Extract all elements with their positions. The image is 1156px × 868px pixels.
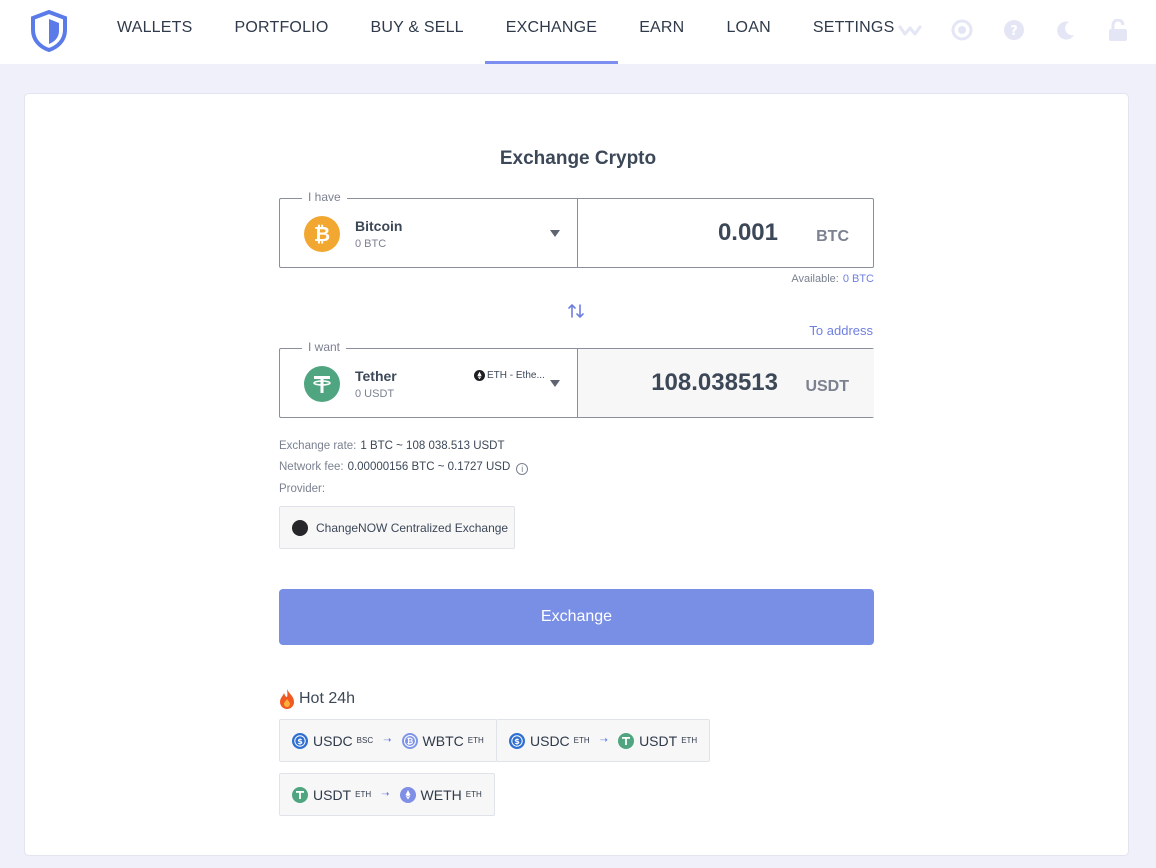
exchange-rate-row: Exchange rate: 1 BTC ~ 108 038.513 USDT	[279, 440, 505, 452]
pair-from: USDC	[313, 732, 353, 749]
arrow-right-icon: ➝	[383, 735, 392, 746]
nav-portfolio[interactable]: PORTFOLIO	[214, 0, 350, 64]
svg-text:$: $	[297, 737, 303, 746]
tether-icon	[292, 786, 308, 803]
page-title: Exchange Crypto	[499, 148, 657, 169]
svg-text:₿: ₿	[406, 737, 413, 746]
tether-icon	[618, 732, 635, 749]
from-coin-balance: 0 BTC	[355, 238, 387, 250]
pair-to-network: ETH	[465, 790, 482, 799]
swap-direction-icon[interactable]	[567, 302, 585, 320]
to-address-link[interactable]: To address	[809, 323, 873, 338]
nav-earn[interactable]: EARN	[618, 0, 705, 64]
provider-label: Provider:	[279, 483, 326, 495]
hot-24h-title: Hot 24h	[299, 690, 356, 707]
wbtc-icon: ₿	[401, 732, 418, 749]
nav-wallets[interactable]: WALLETS	[96, 0, 214, 64]
available-label: Available:	[791, 273, 839, 285]
pair-to: WETH	[420, 786, 462, 803]
arrow-right-icon: ➝	[599, 735, 609, 746]
ethereum-icon	[474, 370, 485, 381]
network-label: ETH - Ethe...	[487, 370, 545, 381]
to-amount-display: 108.038513 USDT	[577, 349, 874, 417]
changenow-logo-icon	[292, 519, 308, 536]
from-asset-select[interactable]: ₿ Bitcoin 0 BTC	[280, 199, 577, 267]
provider-option[interactable]: ChangeNOW Centralized Exchange	[279, 506, 515, 549]
shield-logo-icon[interactable]	[30, 10, 68, 52]
available-balance: Available: 0 BTC	[791, 273, 874, 285]
pair-to: USDT	[639, 732, 678, 749]
pair-from-network: ETH	[355, 790, 372, 799]
hot-pair-usdt-weth[interactable]: USDT ETH ➝ WETH ETH	[279, 773, 495, 816]
lock-icon[interactable]	[1106, 16, 1130, 44]
nav-settings[interactable]: SETTINGS	[792, 0, 916, 64]
to-asset-select[interactable]: Tether 0 USDT ETH - Ethe...	[280, 349, 577, 417]
exchange-rate-value: 1 BTC ~ 108 038.513 USDT	[360, 440, 505, 452]
tether-icon	[304, 366, 340, 402]
from-amount-input[interactable]: 0.001 BTC	[577, 199, 874, 267]
sync-icon[interactable]	[950, 16, 974, 44]
to-asset-fieldset: I want Tether 0 USDT ETH - Ethe... 108.0…	[279, 340, 874, 418]
pair-from-network: ETH	[573, 736, 590, 745]
pair-to-network: ETH	[681, 736, 698, 745]
hot-24h-heading: Hot 24h	[279, 689, 355, 709]
pair-to-network: ETH	[467, 736, 484, 745]
network-fee-row: Network fee: 0.00000156 BTC ~ 0.1727 USD i	[279, 461, 529, 475]
fire-icon	[280, 689, 294, 709]
toolbar-icons: ?	[898, 16, 1130, 44]
top-navigation-bar: WALLETS PORTFOLIO BUY & SELL EXCHANGE EA…	[0, 0, 1156, 64]
weth-icon	[399, 786, 416, 803]
help-icon[interactable]: ?	[1002, 16, 1026, 44]
nav-exchange[interactable]: EXCHANGE	[484, 0, 619, 64]
to-coin-name: Tether	[355, 368, 397, 384]
pair-from-network: BSC	[356, 736, 374, 745]
from-amount-unit: BTC	[816, 228, 849, 245]
usdc-icon: $	[509, 732, 525, 749]
nav-loan[interactable]: LOAN	[705, 0, 791, 64]
to-amount-unit: USDT	[805, 378, 849, 395]
to-coin-balance: 0 USDT	[355, 388, 395, 400]
pair-from: USDT	[313, 786, 352, 803]
info-icon[interactable]: i	[516, 463, 529, 475]
available-value[interactable]: 0 BTC	[843, 273, 874, 285]
network-badge: ETH - Ethe...	[474, 370, 545, 381]
svg-text:$: $	[514, 737, 520, 746]
walletconnect-icon[interactable]	[898, 16, 922, 44]
main-nav: WALLETS PORTFOLIO BUY & SELL EXCHANGE EA…	[96, 0, 915, 64]
svg-text:₿: ₿	[314, 222, 330, 246]
network-fee-label: Network fee:	[279, 461, 344, 473]
from-asset-fieldset: I have ₿ Bitcoin 0 BTC 0.001 BTC	[279, 190, 874, 268]
exchange-button[interactable]: Exchange	[279, 589, 874, 645]
from-amount-value: 0.001	[717, 219, 778, 246]
chevron-down-icon	[550, 380, 560, 387]
pair-from: USDC	[530, 732, 570, 749]
svg-text:?: ?	[1010, 24, 1018, 39]
provider-name: ChangeNOW Centralized Exchange	[316, 520, 509, 535]
arrow-right-icon: ➝	[381, 789, 390, 800]
bitcoin-icon: ₿	[304, 216, 340, 252]
exchange-rate-label: Exchange rate:	[279, 440, 357, 452]
pair-to: WBTC	[422, 732, 464, 749]
nav-buy-sell[interactable]: BUY & SELL	[349, 0, 484, 64]
usdc-icon: $	[292, 732, 308, 749]
hot-pair-usdc-usdt[interactable]: $ USDC ETH ➝ USDT ETH	[496, 719, 711, 762]
to-amount-value: 108.038513	[651, 369, 778, 396]
dark-mode-icon[interactable]	[1054, 16, 1078, 44]
hot-pair-usdc-wbtc[interactable]: $ USDC BSC ➝ ₿ WBTC ETH	[279, 719, 497, 762]
from-coin-name: Bitcoin	[355, 218, 403, 234]
chevron-down-icon	[550, 230, 560, 237]
network-fee-value: 0.00000156 BTC ~ 0.1727 USD	[347, 461, 511, 473]
